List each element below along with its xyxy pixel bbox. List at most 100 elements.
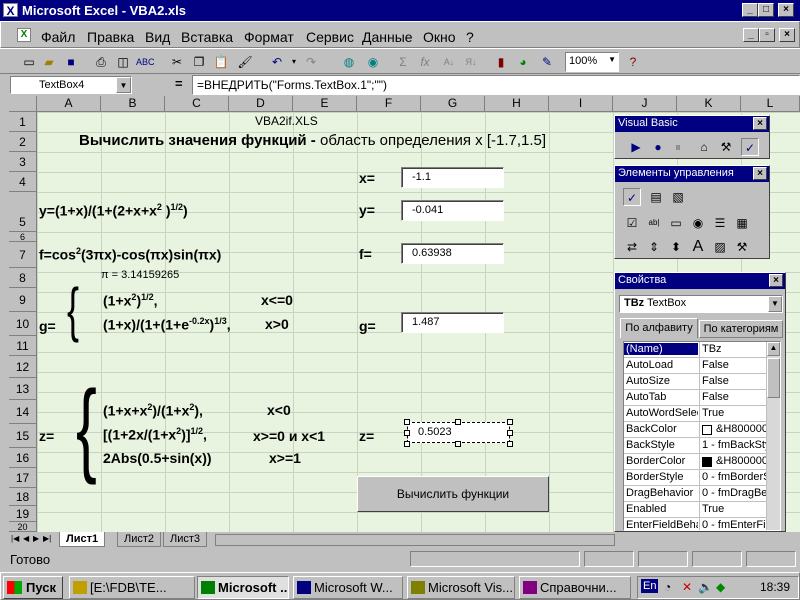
menu-format[interactable]: Формат — [244, 29, 294, 45]
row-header[interactable]: 12 — [9, 356, 37, 378]
row-header[interactable]: 1 — [9, 112, 37, 132]
doc-close-button[interactable]: × — [779, 28, 795, 42]
checkbox-icon[interactable]: ☑ — [623, 214, 641, 232]
minimize-button[interactable]: _ — [742, 3, 758, 17]
select-all-corner[interactable] — [9, 96, 37, 112]
drawing-icon[interactable]: ✎ — [538, 53, 556, 71]
scroll-thumb[interactable] — [767, 358, 780, 398]
language-indicator[interactable]: En — [641, 579, 659, 593]
row-header[interactable]: 2 — [9, 132, 37, 152]
tray-icon[interactable]: ✕ — [682, 580, 692, 594]
next-sheet-icon[interactable]: ▶ — [33, 534, 39, 543]
column-header[interactable]: D — [229, 96, 293, 112]
x-textbox[interactable]: -1.1 — [401, 167, 504, 188]
task-visual-basic[interactable]: Microsoft Vis... — [407, 576, 515, 599]
zoom-select[interactable]: 100% ▼ — [565, 52, 619, 72]
vb-editor-icon[interactable]: ⌂ — [695, 138, 713, 156]
row-header[interactable]: 11 — [9, 336, 37, 356]
property-row[interactable]: AutoTab False — [624, 390, 780, 406]
row-header[interactable]: 13 — [9, 378, 37, 400]
tab-sheet3[interactable]: Лист3 — [163, 532, 208, 547]
scroll-up-icon[interactable]: ▲ — [767, 342, 780, 356]
resize-handle[interactable] — [404, 441, 410, 447]
open-icon[interactable]: ▰ — [40, 53, 58, 71]
chart-wizard-icon[interactable]: ▮ — [492, 53, 510, 71]
label-icon[interactable]: A — [689, 238, 707, 256]
volume-icon[interactable]: 🔈 — [698, 580, 713, 594]
toggle-button-icon[interactable]: ⇄ — [623, 238, 641, 256]
column-header[interactable]: A — [37, 96, 101, 112]
spelling-icon[interactable]: ABC — [136, 53, 155, 71]
undo-icon[interactable]: ↶ — [268, 53, 286, 71]
resize-handle[interactable] — [455, 419, 461, 425]
property-row[interactable]: BorderStyle0 - fmBorderStyle — [624, 470, 780, 486]
properties-icon[interactable]: ▤ — [647, 188, 665, 206]
save-icon[interactable]: ■ — [62, 53, 80, 71]
redo-icon[interactable]: ↷ — [302, 53, 320, 71]
column-header[interactable]: L — [741, 96, 800, 112]
web-icon[interactable]: ◍ — [340, 53, 358, 71]
property-row[interactable]: (Name) TBz — [624, 342, 780, 358]
excel-app-icon[interactable]: X — [3, 3, 18, 18]
resize-handle[interactable] — [507, 430, 513, 436]
resize-handle[interactable] — [455, 441, 461, 447]
close-icon[interactable]: × — [753, 167, 767, 180]
column-header[interactable]: H — [485, 96, 549, 112]
row-header[interactable]: 7 — [9, 242, 37, 268]
menu-help[interactable]: ? — [466, 29, 474, 45]
menu-edit[interactable]: Правка — [87, 29, 134, 45]
last-sheet-icon[interactable]: ▶| — [43, 534, 51, 543]
design-mode-icon[interactable]: ✓ — [741, 138, 759, 156]
horizontal-scrollbar[interactable] — [215, 534, 615, 546]
z-textbox[interactable]: 0.5023 — [407, 422, 510, 443]
tab-sheet2[interactable]: Лист2 — [117, 532, 162, 547]
office-assistant-icon[interactable]: ? — [624, 53, 642, 71]
design-mode-icon[interactable]: ✓ — [623, 188, 641, 206]
f-textbox[interactable]: 0.63938 — [401, 243, 504, 264]
cut-icon[interactable]: ✂ — [168, 53, 186, 71]
row-header[interactable]: 14 — [9, 400, 37, 424]
command-button-icon[interactable]: ▭ — [667, 214, 685, 232]
tab-categorized[interactable]: По категориям — [699, 320, 783, 338]
g-textbox[interactable]: 1.487 — [401, 312, 504, 333]
property-row[interactable]: AutoWordSelect True — [624, 406, 780, 422]
more-controls-icon[interactable]: ⚒ — [733, 238, 751, 256]
design-tools-icon[interactable]: ⚒ — [717, 138, 735, 156]
y-textbox[interactable]: -0.041 — [401, 200, 504, 221]
start-button[interactable]: Пуск — [3, 576, 63, 599]
resize-handle[interactable] — [507, 441, 513, 447]
menu-insert[interactable]: Вставка — [181, 29, 233, 45]
row-header[interactable]: 18 — [9, 488, 37, 506]
resize-handle[interactable] — [404, 419, 410, 425]
doc-minimize-button[interactable]: _ — [743, 28, 759, 42]
row-header[interactable]: 3 — [9, 152, 37, 172]
column-header[interactable]: I — [549, 96, 613, 112]
resize-handle[interactable] — [404, 430, 410, 436]
tray-icon[interactable]: ◆ — [716, 580, 725, 594]
undo-dropdown-icon[interactable]: ▾ — [285, 53, 303, 71]
row-header[interactable]: 5 — [9, 192, 37, 232]
print-icon[interactable]: ⎙ — [92, 53, 110, 71]
task-reference[interactable]: Справочни... — [519, 576, 631, 599]
row-header[interactable]: 4 — [9, 172, 37, 192]
option-button-icon[interactable]: ◉ — [689, 214, 707, 232]
property-row[interactable]: BorderColor &H800000 — [624, 454, 780, 470]
format-painter-icon[interactable]: 🖌 — [236, 53, 254, 71]
tab-alphabetic[interactable]: По алфавиту — [620, 318, 698, 338]
row-header[interactable]: 9 — [9, 288, 37, 312]
prev-sheet-icon[interactable]: ◀ — [23, 534, 29, 543]
tab-sheet1[interactable]: Лист1 — [59, 532, 106, 547]
run-macro-icon[interactable]: ▶ — [627, 138, 645, 156]
close-icon[interactable]: × — [769, 274, 783, 287]
paste-icon[interactable]: 📋 — [212, 53, 230, 71]
hyperlink-icon[interactable]: ◉ — [364, 53, 382, 71]
print-preview-icon[interactable]: ◫ — [114, 53, 132, 71]
tray-icon[interactable]: ◔ — [664, 580, 671, 594]
row-header[interactable]: 15 — [9, 424, 37, 448]
row-header[interactable]: 10 — [9, 312, 37, 336]
name-box[interactable]: TextBox4 ▼ — [10, 76, 132, 94]
column-header[interactable]: J — [613, 96, 677, 112]
property-row[interactable]: AutoLoad False — [624, 358, 780, 374]
record-macro-icon[interactable]: ● — [649, 138, 667, 156]
menu-view[interactable]: Вид — [145, 29, 170, 45]
